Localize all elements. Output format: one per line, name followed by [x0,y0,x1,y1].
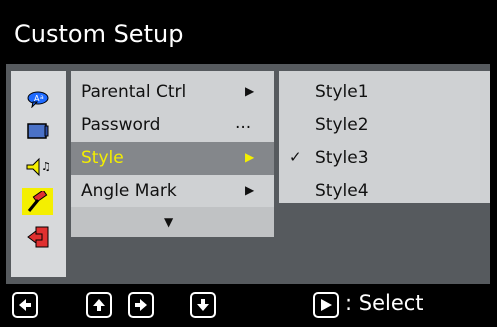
sidebar: A a ♫ [11,71,66,277]
right-button[interactable] [128,292,154,318]
menu-item-label: Style [81,148,124,168]
submenu-item-style1[interactable]: Style1 [279,76,490,109]
audio-icon: ♫ [26,157,51,176]
submenu-item-label: Style1 [315,82,369,102]
down-button[interactable] [190,292,216,318]
audio-button[interactable]: ♫ [22,153,53,180]
arrow-up-icon [93,299,105,311]
play-icon [321,299,332,311]
menu-item-label: Parental Ctrl [81,82,187,102]
arrow-left-icon [19,299,31,311]
exit-icon [26,226,48,247]
language-button[interactable]: A a [22,85,53,112]
submenu-arrow-icon: ▶ [245,183,255,197]
left-button[interactable] [12,292,38,318]
menu-item-style[interactable]: Style ▶ [71,142,274,175]
menu-scroll-down[interactable]: ▼ [71,207,274,237]
submenu-item-label: Style4 [315,181,369,201]
menu-item-angle-mark[interactable]: Angle Mark ▶ [71,175,274,208]
submenu-item-style2[interactable]: Style2 [279,109,490,142]
chevron-down-icon: ▼ [164,215,174,229]
language-icon: A a [27,91,48,108]
select-button[interactable] [313,292,339,318]
title-bar: Custom Setup [0,0,497,63]
arrow-down-icon [197,299,209,311]
submenu-item-label: Style2 [315,115,369,135]
select-hint: : Select [345,291,424,315]
menu-item-label: Angle Mark [81,181,177,201]
svg-text:♫: ♫ [41,160,51,173]
custom-setup-icon [27,190,47,212]
submenu-arrow-icon: ▶ [245,84,255,98]
arrow-right-icon [135,299,147,311]
page-title: Custom Setup [14,20,184,48]
svg-text:a: a [40,94,44,101]
custom-setup-button[interactable] [22,188,53,215]
submenu-item-style3[interactable]: ✓ Style3 [279,142,490,175]
submenu-item-label: Style3 [315,148,369,168]
menu-item-label: Password [81,115,161,135]
submenu-arrow-icon: ▶ [245,150,255,164]
bottom-bar: : Select [0,284,497,327]
submenu-item-style4[interactable]: Style4 [279,175,490,208]
display-icon [26,122,48,139]
ellipsis-icon: ... [235,113,252,133]
check-icon: ✓ [289,148,302,166]
menu-item-parental-ctrl[interactable]: Parental Ctrl ▶ [71,76,274,109]
up-button[interactable] [86,292,112,318]
menu-item-password[interactable]: Password ... [71,109,274,142]
exit-button[interactable] [22,223,53,250]
style-submenu: Style1 Style2 ✓ Style3 Style4 [279,71,490,203]
display-button[interactable] [22,118,53,145]
